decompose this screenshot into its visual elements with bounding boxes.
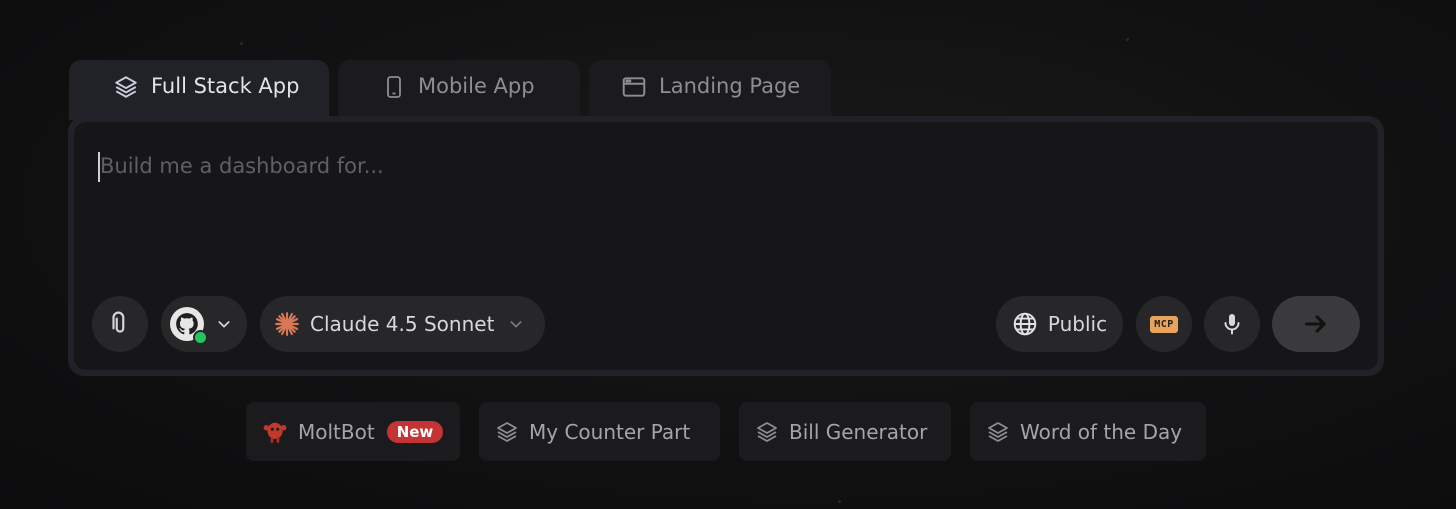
microphone-icon — [1220, 311, 1244, 337]
model-label: Claude 4.5 Sonnet — [310, 312, 495, 336]
tab-label: Full Stack App — [151, 74, 300, 98]
project-type-tabs: Full Stack App Mobile App Landing Page — [69, 60, 831, 120]
suggestion-label: Word of the Day — [1020, 419, 1183, 444]
layers-icon — [986, 420, 1010, 444]
suggestion-word-of-the-day[interactable]: Word of the Day — [970, 402, 1206, 461]
mcp-button[interactable]: MCP — [1136, 296, 1192, 352]
connected-status-dot — [193, 330, 208, 345]
prompt-input-area[interactable]: Build me a dashboard for... Claude 4.5 S… — [74, 122, 1378, 370]
arrow-right-icon — [1302, 310, 1330, 338]
send-button[interactable] — [1272, 296, 1360, 352]
background-dot — [1126, 38, 1129, 41]
new-badge: New — [386, 420, 444, 443]
browser-window-icon — [621, 74, 647, 100]
suggestion-label: Bill Generator — [789, 419, 928, 444]
layers-icon — [495, 420, 519, 444]
github-connect-button[interactable] — [161, 296, 247, 352]
prompt-placeholder[interactable]: Build me a dashboard for... — [100, 154, 384, 178]
tab-label: Landing Page — [659, 74, 801, 98]
tab-label: Mobile App — [418, 74, 535, 98]
tab-mobile-app[interactable]: Mobile App — [338, 60, 580, 120]
github-icon — [170, 307, 208, 345]
suggestion-chips: MoltBot New My Counter Part Bill Generat… — [246, 402, 1206, 461]
visibility-button[interactable]: Public — [996, 296, 1123, 352]
suggestion-moltbot[interactable]: MoltBot New — [246, 402, 460, 461]
prompt-composer: Build me a dashboard for... Claude 4.5 S… — [68, 116, 1384, 376]
phone-icon — [382, 74, 406, 100]
chevron-down-icon — [508, 316, 524, 332]
layers-icon — [113, 74, 139, 100]
mcp-icon: MCP — [1150, 315, 1178, 333]
suggestion-label: My Counter Part — [529, 419, 691, 444]
layers-icon — [755, 420, 779, 444]
attach-button[interactable] — [92, 296, 148, 352]
paperclip-icon — [107, 311, 133, 337]
background-dot — [838, 500, 841, 503]
suggestion-my-counter-part[interactable]: My Counter Part — [479, 402, 720, 461]
claude-sparkle-icon — [274, 311, 300, 337]
chevron-down-icon — [216, 316, 232, 332]
voice-input-button[interactable] — [1204, 296, 1260, 352]
tab-full-stack-app[interactable]: Full Stack App — [69, 60, 329, 120]
suggestion-label: MoltBot — [298, 419, 375, 444]
background-dot — [240, 42, 243, 45]
globe-icon — [1012, 311, 1038, 337]
model-selector-button[interactable]: Claude 4.5 Sonnet — [260, 296, 545, 352]
visibility-label: Public — [1047, 312, 1108, 336]
moltbot-icon — [262, 419, 288, 445]
suggestion-bill-generator[interactable]: Bill Generator — [739, 402, 951, 461]
tab-landing-page[interactable]: Landing Page — [589, 60, 831, 120]
